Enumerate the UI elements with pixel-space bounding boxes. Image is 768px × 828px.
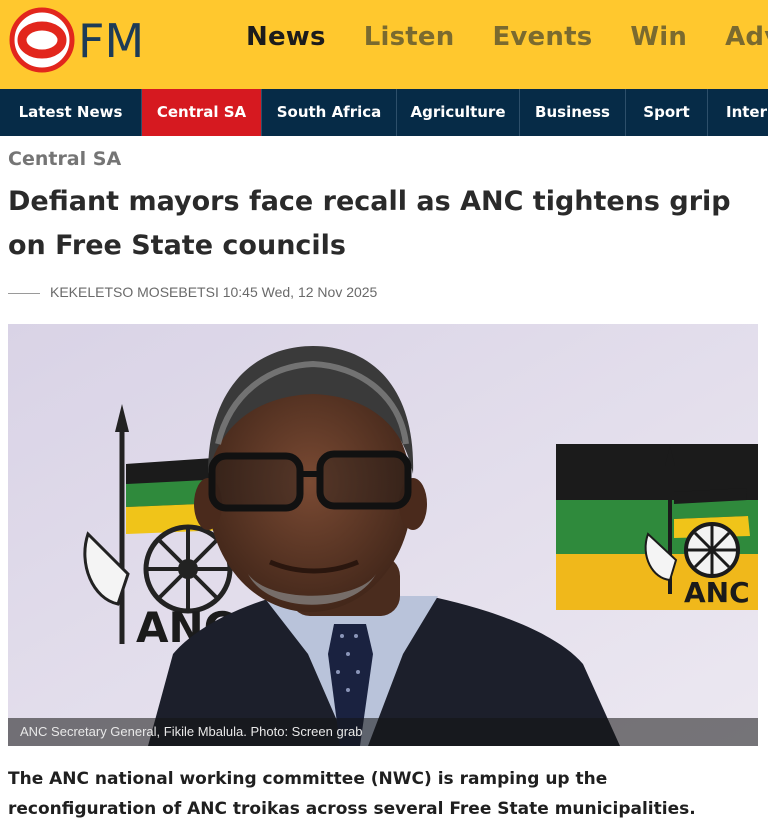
anc-text-right: ANC	[684, 576, 750, 609]
cat-business[interactable]: Business	[520, 89, 626, 136]
byline-rule	[8, 292, 40, 294]
photo-illustration: ANC ANC	[8, 324, 758, 746]
anc-flag-right: ANC	[556, 444, 758, 610]
main-nav: News Listen Events Win Adv	[246, 22, 768, 62]
cat-south-africa[interactable]: South Africa	[262, 89, 397, 136]
logo-letters: FM	[78, 14, 144, 68]
article-image[interactable]: ANC ANC ANC Secretary General, Fikile Mb…	[8, 324, 758, 746]
main-nav-listen[interactable]: Listen	[364, 22, 455, 52]
main-nav-news[interactable]: News	[246, 22, 326, 52]
site-header: FM News Listen Events Win Adv	[0, 0, 768, 89]
main-nav-events[interactable]: Events	[492, 22, 592, 52]
article-author[interactable]: KEKELETSO MOSEBETSI	[50, 284, 219, 300]
image-caption: ANC Secretary General, Fikile Mbalula. P…	[8, 718, 758, 746]
article-time: 10:45 Wed, 12 Nov 2025	[222, 284, 378, 300]
article-byline: KEKELETSO MOSEBETSI 10:45 Wed, 12 Nov 20…	[8, 284, 377, 300]
cat-latest-news[interactable]: Latest News	[0, 89, 142, 136]
cat-international[interactable]: Intern	[708, 89, 768, 136]
cat-central-sa[interactable]: Central SA	[142, 89, 262, 136]
article-lead: The ANC national working committee (NWC)…	[8, 769, 696, 819]
cat-sport[interactable]: Sport	[626, 89, 708, 136]
main-nav-win[interactable]: Win	[630, 22, 687, 52]
article-headline: Defiant mayors face recall as ANC tighte…	[8, 186, 731, 261]
cat-agriculture[interactable]: Agriculture	[397, 89, 520, 136]
main-nav-advertise[interactable]: Adv	[725, 22, 768, 52]
article-category[interactable]: Central SA	[8, 148, 121, 170]
ofm-logo[interactable]: FM	[8, 6, 178, 78]
category-nav: Latest News Central SA South Africa Agri…	[0, 89, 768, 136]
